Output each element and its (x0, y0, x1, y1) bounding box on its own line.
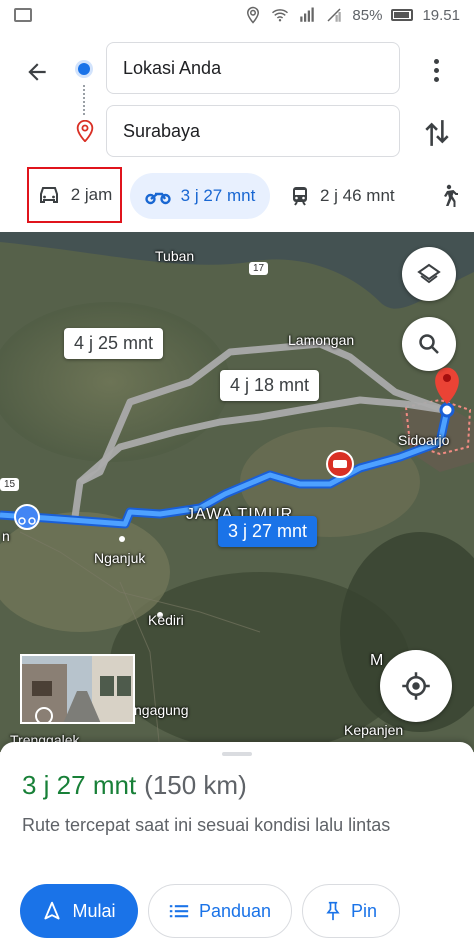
start-navigation-button[interactable]: Mulai (20, 884, 138, 938)
pushpin-icon (326, 901, 340, 921)
route-duration: 3 j 27 mnt (22, 770, 137, 800)
battery-icon (391, 9, 414, 21)
search-icon (419, 334, 439, 354)
map-label-sidoarjo: Sidoarjo (398, 432, 450, 448)
origin-field[interactable]: Lokasi Anda (106, 42, 400, 94)
sheet-drag-handle[interactable] (222, 752, 252, 756)
motorcycle-icon (144, 192, 171, 205)
arrow-back-icon (28, 63, 46, 81)
route-description: Rute tercepat saat ini sesuai kondisi la… (22, 815, 391, 835)
route-map[interactable]: 17 15 Tuban Lamongan Sidoarjo Nganjuk Ke… (0, 232, 474, 752)
mode-transit-label: 2 j 46 mnt (320, 186, 395, 205)
route-summary-sheet[interactable]: 3 j 27 mnt (150 km) Rute tercepat saat in… (0, 742, 474, 948)
map-label-nganjuk: Nganjuk (94, 550, 146, 566)
train-icon (293, 187, 307, 206)
destination-field[interactable]: Surabaya (106, 105, 400, 157)
route-connector (83, 85, 85, 115)
list-icon (169, 905, 189, 918)
wifi-icon (272, 9, 289, 22)
gallery-icon (14, 8, 32, 22)
mode-transit-tab[interactable]: 2 j 46 mnt (290, 173, 395, 219)
alt-route-2-label[interactable]: 4 j 18 mnt (220, 370, 320, 401)
back-button[interactable] (20, 55, 54, 89)
signal-off-icon (327, 8, 342, 22)
mode-walk-tab[interactable] (438, 173, 458, 219)
origin-dot-icon (78, 63, 90, 75)
mode-motorcycle-tab[interactable]: 3 j 27 mnt (130, 173, 270, 219)
mode-car-tab[interactable]: 2 jam (27, 167, 122, 223)
pin-label: Pin (350, 900, 377, 921)
my-location-button[interactable] (380, 650, 452, 722)
pin-button[interactable]: Pin (302, 884, 400, 938)
map-label-edge: n (2, 528, 10, 544)
alt-route-1-label[interactable]: 4 j 25 mnt (64, 328, 164, 359)
swap-icon[interactable] (424, 118, 450, 148)
street-view-image (22, 656, 133, 722)
destination-pin-icon (76, 120, 94, 142)
start-label: Mulai (72, 900, 116, 921)
travel-mode-bar: 2 jam 3 j 27 mnt 2 j 46 mnt (0, 165, 474, 230)
map-label-kepanjen: Kepanjen (344, 722, 404, 738)
route-summary: 3 j 27 mnt (150 km) (22, 770, 247, 801)
location-icon (247, 6, 260, 24)
street-view-thumbnail[interactable] (20, 654, 135, 724)
mode-car-label: 2 jam (70, 185, 113, 204)
clock: 19.51 (422, 6, 460, 24)
car-icon (39, 187, 58, 203)
more-options-button[interactable] (426, 55, 446, 85)
search-along-route-button[interactable] (402, 317, 456, 371)
map-label-tulungagung: ngagung (134, 702, 189, 718)
main-route-label[interactable]: 3 j 27 mnt (218, 516, 318, 547)
battery-percent: 85% (352, 6, 383, 24)
map-label-kediri: Kediri (148, 612, 184, 628)
navigation-arrow-icon (44, 901, 61, 920)
walk-icon (444, 184, 458, 207)
signal-icon (300, 7, 315, 22)
layers-icon (417, 263, 441, 284)
directions-header: Lokasi Anda Surabaya (0, 30, 474, 165)
map-label-malang: M (370, 652, 384, 669)
steps-button[interactable]: Panduan (148, 884, 292, 938)
crosshair-icon (402, 672, 430, 700)
road-badge-17: 17 (249, 262, 269, 275)
steps-label: Panduan (198, 900, 272, 921)
status-bar: 85% 19.51 (0, 0, 474, 30)
route-distance: (150 km) (144, 770, 247, 800)
layers-button[interactable] (402, 247, 456, 301)
map-label-tuban: Tuban (155, 248, 195, 264)
mode-motorcycle-label: 3 j 27 mnt (180, 186, 256, 205)
map-label-lamongan: Lamongan (288, 332, 355, 348)
road-badge-15: 15 (0, 478, 20, 491)
